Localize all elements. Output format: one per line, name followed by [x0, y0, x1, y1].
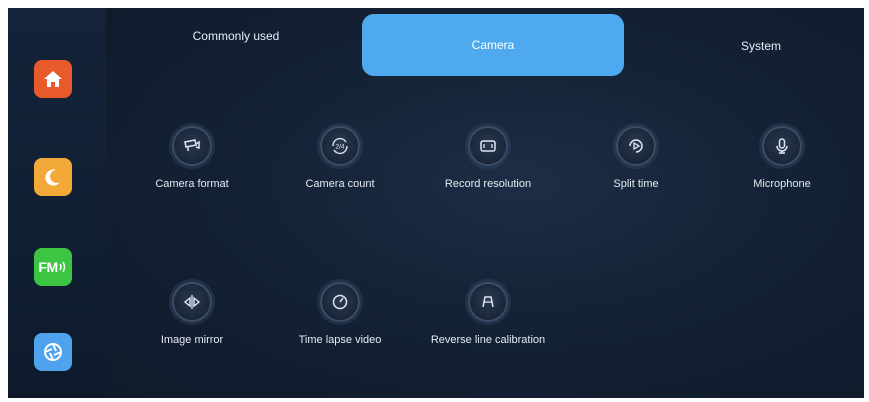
app-sidebar: FM [8, 8, 106, 398]
camera-count-setting[interactable]: 2/4 Camera count [270, 126, 410, 190]
time-lapse-video-setting[interactable]: Time lapse video [270, 282, 410, 346]
camera-count-icon: 2/4 [320, 126, 360, 166]
camera-format-icon [172, 126, 212, 166]
tab-system[interactable]: System [666, 16, 856, 76]
reverse-line-icon [468, 282, 508, 322]
reverse-line-calibration-setting[interactable]: Reverse line calibration [418, 282, 558, 346]
home-icon [44, 71, 62, 87]
microphone-icon [762, 126, 802, 166]
item-label: Record resolution [444, 178, 532, 190]
settings-panel: Commonly used Camera System Camera forma… [106, 8, 864, 398]
home-button[interactable] [34, 60, 72, 98]
signal-waves-icon [58, 261, 65, 273]
night-mode-button[interactable] [34, 158, 72, 196]
item-label: Camera format [155, 178, 229, 190]
item-label: Microphone [753, 178, 811, 190]
split-time-icon [616, 126, 656, 166]
tab-camera[interactable]: Camera [362, 14, 624, 76]
record-resolution-setting[interactable]: Record resolution [418, 126, 558, 190]
camera-format-setting[interactable]: Camera format [122, 126, 262, 190]
tab-commonly-used[interactable]: Commonly used [126, 12, 346, 60]
screen: FM Commonly used Camera System Camera fo… [8, 8, 864, 398]
record-resolution-icon [468, 126, 508, 166]
fm-icon: FM [38, 259, 58, 275]
split-time-setting[interactable]: Split time [566, 126, 706, 190]
item-label: Reverse line calibration [430, 334, 546, 346]
microphone-setting[interactable]: Microphone [712, 126, 852, 190]
moon-icon [45, 169, 60, 186]
aperture-icon [44, 343, 62, 361]
time-lapse-icon [320, 282, 360, 322]
image-mirror-icon [172, 282, 212, 322]
item-label: Time lapse video [298, 334, 382, 346]
svg-text:2/4: 2/4 [335, 144, 344, 151]
camera-app-button[interactable] [34, 333, 72, 371]
item-label: Image mirror [160, 334, 224, 346]
fm-radio-button[interactable]: FM [34, 248, 72, 286]
item-label: Split time [613, 178, 659, 190]
item-label: Camera count [305, 178, 375, 190]
image-mirror-setting[interactable]: Image mirror [122, 282, 262, 346]
